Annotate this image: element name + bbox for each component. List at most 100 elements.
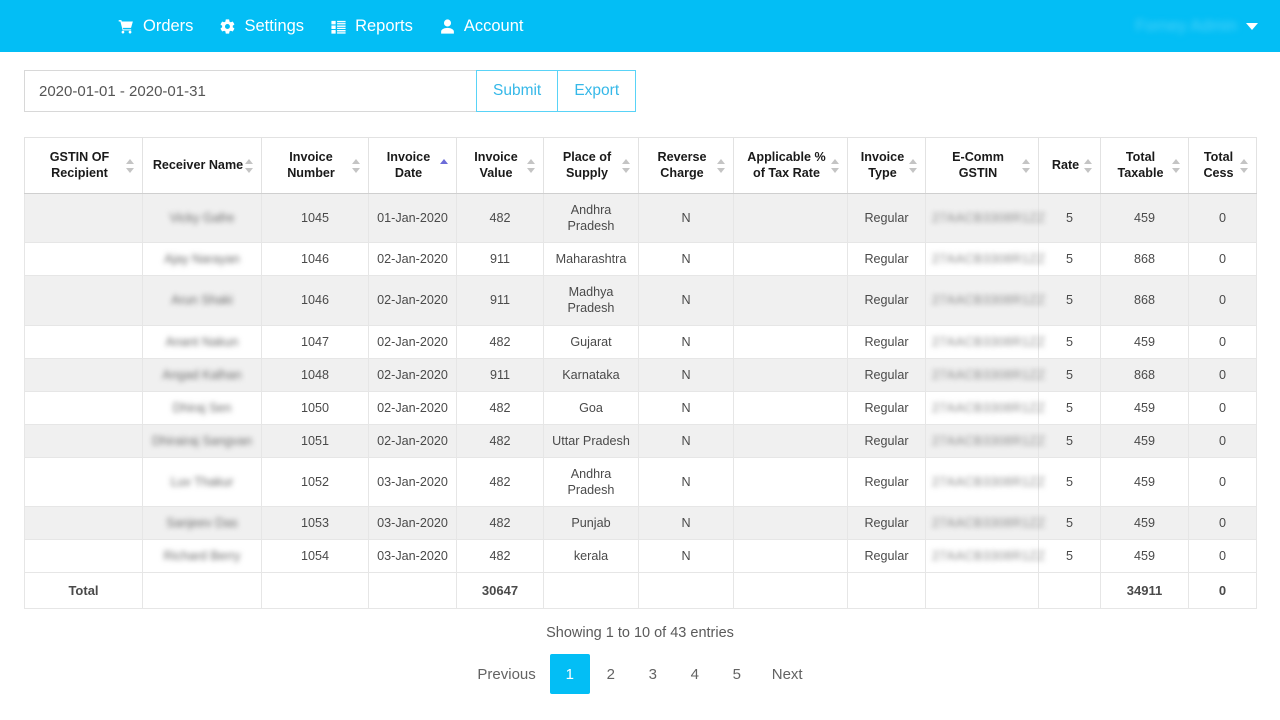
cell-total-cess: 0	[1189, 243, 1257, 276]
cell-gstin-of-recipient	[25, 325, 143, 358]
cell-ecomm-gstin: 27AACB3308R1ZZ	[926, 358, 1039, 391]
col-header-total-taxable-label: Total Taxable	[1118, 150, 1164, 179]
col-header-ecomm-gstin[interactable]: E-Comm GSTIN	[926, 138, 1039, 194]
total-row: Total 30647 34911 0	[25, 573, 1257, 609]
pagination-page-2[interactable]: 2	[590, 654, 632, 694]
sort-indicator-icon	[622, 159, 632, 173]
cell-receiver-name-redacted: Arun Shaki	[171, 292, 233, 308]
cell-receiver-name: Dhirairaj Sangvan	[143, 424, 262, 457]
total-row-invoice-type	[848, 573, 926, 609]
sort-indicator-icon	[831, 159, 841, 173]
navbar-links: Orders Settings Reports Account	[118, 18, 523, 35]
cell-total-cess: 0	[1189, 276, 1257, 325]
pagination-page-3[interactable]: 3	[632, 654, 674, 694]
pagination-page-4[interactable]: 4	[674, 654, 716, 694]
submit-button[interactable]: Submit	[476, 70, 558, 112]
cell-place-of-supply: Madhya Pradesh	[544, 276, 639, 325]
sort-indicator-icon	[1172, 159, 1182, 173]
pagination-previous[interactable]: Previous	[463, 654, 549, 694]
nav-item-reports[interactable]: Reports	[330, 18, 413, 35]
pagination-page-5[interactable]: 5	[716, 654, 758, 694]
nav-item-account-label: Account	[464, 18, 524, 35]
cell-invoice-type: Regular	[848, 457, 926, 506]
user-menu[interactable]: Forney Admin	[1135, 0, 1258, 52]
cell-invoice-value: 482	[457, 507, 544, 540]
pagination-next[interactable]: Next	[758, 654, 817, 694]
cell-invoice-number: 1046	[262, 276, 369, 325]
col-header-invoice-type[interactable]: Invoice Type	[848, 138, 926, 194]
col-header-gstin-of-recipient[interactable]: GSTIN OF Recipient	[25, 138, 143, 194]
cell-applicable-tax-rate	[734, 391, 848, 424]
cell-total-cess: 0	[1189, 358, 1257, 391]
col-header-rate[interactable]: Rate	[1039, 138, 1101, 194]
cell-reverse-charge: N	[639, 540, 734, 573]
cell-ecomm-gstin: 27AACB3308R1ZZ	[926, 540, 1039, 573]
nav-item-settings[interactable]: Settings	[219, 18, 304, 35]
cell-invoice-type: Regular	[848, 507, 926, 540]
cell-invoice-number: 1047	[262, 325, 369, 358]
sort-indicator-icon	[909, 159, 919, 173]
cell-receiver-name: Vicky Gafre	[143, 194, 262, 243]
col-header-applicable-tax-rate-label: Applicable % of Tax Rate	[747, 150, 825, 179]
cell-gstin-of-recipient	[25, 424, 143, 457]
report-table-header-row: GSTIN OF Recipient Receiver Name Invoice…	[25, 138, 1257, 194]
cell-total-cess: 0	[1189, 540, 1257, 573]
export-button[interactable]: Export	[558, 70, 636, 112]
user-icon	[439, 18, 456, 35]
cell-gstin-of-recipient	[25, 457, 143, 506]
col-header-invoice-date[interactable]: Invoice Date	[369, 138, 457, 194]
cell-invoice-type: Regular	[848, 276, 926, 325]
sort-indicator-icon	[1240, 159, 1250, 173]
cell-invoice-value: 911	[457, 243, 544, 276]
cell-rate: 5	[1039, 391, 1101, 424]
cell-receiver-name: Angad Kalhan	[143, 358, 262, 391]
cell-applicable-tax-rate	[734, 325, 848, 358]
cell-rate: 5	[1039, 194, 1101, 243]
total-row-total-cess: 0	[1189, 573, 1257, 609]
table-row: Dhiraj Sen105002-Jan-2020482GoaNRegular2…	[25, 391, 1257, 424]
cell-receiver-name-redacted: Vicky Gafre	[170, 210, 235, 226]
filter-bar: Submit Export	[24, 70, 1280, 112]
cell-reverse-charge: N	[639, 457, 734, 506]
cell-applicable-tax-rate	[734, 194, 848, 243]
pagination-page-1[interactable]: 1	[550, 654, 590, 694]
col-header-applicable-tax-rate[interactable]: Applicable % of Tax Rate	[734, 138, 848, 194]
cell-invoice-value: 482	[457, 325, 544, 358]
report-table-body: Vicky Gafre104501-Jan-2020482Andhra Prad…	[25, 194, 1257, 573]
nav-item-settings-label: Settings	[244, 18, 304, 35]
nav-item-account[interactable]: Account	[439, 18, 524, 35]
cell-receiver-name: Anant Nakun	[143, 325, 262, 358]
cell-reverse-charge: N	[639, 194, 734, 243]
report-table-foot: Total 30647 34911 0	[25, 573, 1257, 609]
cell-ecomm-gstin: 27AACB3308R1ZZ	[926, 194, 1039, 243]
col-header-invoice-number[interactable]: Invoice Number	[262, 138, 369, 194]
cell-invoice-number: 1054	[262, 540, 369, 573]
sort-indicator-asc-icon	[440, 159, 450, 173]
nav-item-orders[interactable]: Orders	[118, 18, 193, 35]
total-row-invoice-value: 30647	[457, 573, 544, 609]
col-header-total-cess[interactable]: Total Cess	[1189, 138, 1257, 194]
cell-invoice-type: Regular	[848, 325, 926, 358]
cell-applicable-tax-rate	[734, 507, 848, 540]
cell-receiver-name-redacted: Dhiraj Sen	[173, 400, 232, 416]
cell-ecomm-gstin: 27AACB3308R1ZZ	[926, 325, 1039, 358]
cell-invoice-date: 02-Jan-2020	[369, 358, 457, 391]
cell-invoice-type: Regular	[848, 243, 926, 276]
cell-ecomm-gstin: 27AACB3308R1ZZ	[926, 507, 1039, 540]
cell-ecomm-gstin-redacted: 27AACB3308R1ZZ	[932, 433, 1045, 449]
cell-invoice-type: Regular	[848, 194, 926, 243]
cell-receiver-name-redacted: Anant Nakun	[166, 334, 239, 350]
col-header-reverse-charge[interactable]: Reverse Charge	[639, 138, 734, 194]
cell-invoice-number: 1051	[262, 424, 369, 457]
cell-invoice-date: 02-Jan-2020	[369, 325, 457, 358]
col-header-place-of-supply[interactable]: Place of Supply	[544, 138, 639, 194]
cell-ecomm-gstin: 27AACB3308R1ZZ	[926, 391, 1039, 424]
table-row: Anant Nakun104702-Jan-2020482GujaratNReg…	[25, 325, 1257, 358]
cell-place-of-supply: Maharashtra	[544, 243, 639, 276]
date-range-input[interactable]	[24, 70, 476, 112]
col-header-invoice-value[interactable]: Invoice Value	[457, 138, 544, 194]
cell-invoice-date: 02-Jan-2020	[369, 391, 457, 424]
cell-receiver-name: Ajay Narayan	[143, 243, 262, 276]
col-header-receiver-name[interactable]: Receiver Name	[143, 138, 262, 194]
col-header-total-taxable[interactable]: Total Taxable	[1101, 138, 1189, 194]
